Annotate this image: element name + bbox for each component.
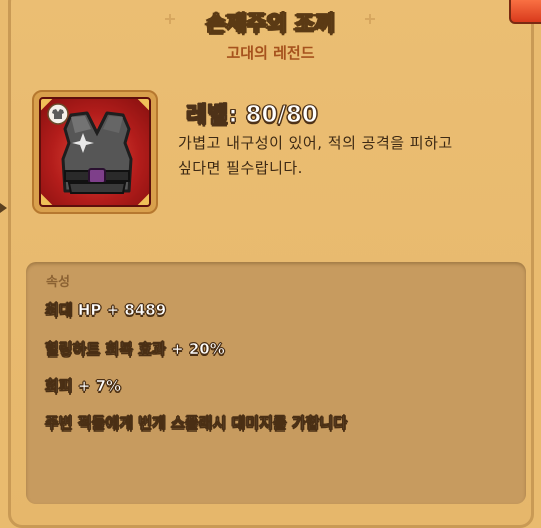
- attributes-panel: 속성 최대 HP + 8489 힐링하트 회복 효과 + 20% 회피 + 7%…: [26, 262, 526, 504]
- attribute-max-hp: 최대 HP + 8489: [45, 301, 167, 320]
- item-level: 레벨: 80/80: [186, 102, 319, 129]
- armor-slot-icon: [47, 103, 69, 125]
- description-line: 가볍고 내구성이 있어, 적의 공격을 피하고: [178, 134, 453, 152]
- attribute-lightning-splash: 주변 적들에게 번개 스플래시 대미지를 가합니다: [45, 414, 348, 433]
- attribute-healing-heart: 힐링하트 회복 효과 + 20%: [45, 340, 225, 359]
- description-line: 싶다면 필수랍니다.: [178, 159, 303, 177]
- item-icon-background: [39, 97, 151, 207]
- attribute-evasion: 회피 + 7%: [45, 377, 122, 396]
- item-rarity: 고대의 레전드: [226, 44, 315, 62]
- item-icon-frame: [32, 90, 158, 214]
- item-description: 가볍고 내구성이 있어, 적의 공격을 피하고 싶다면 필수랍니다.: [178, 131, 518, 181]
- left-arrow-icon[interactable]: [0, 203, 7, 213]
- attributes-header: 속성: [46, 275, 70, 290]
- item-name: 손재주의 조끼: [205, 12, 336, 38]
